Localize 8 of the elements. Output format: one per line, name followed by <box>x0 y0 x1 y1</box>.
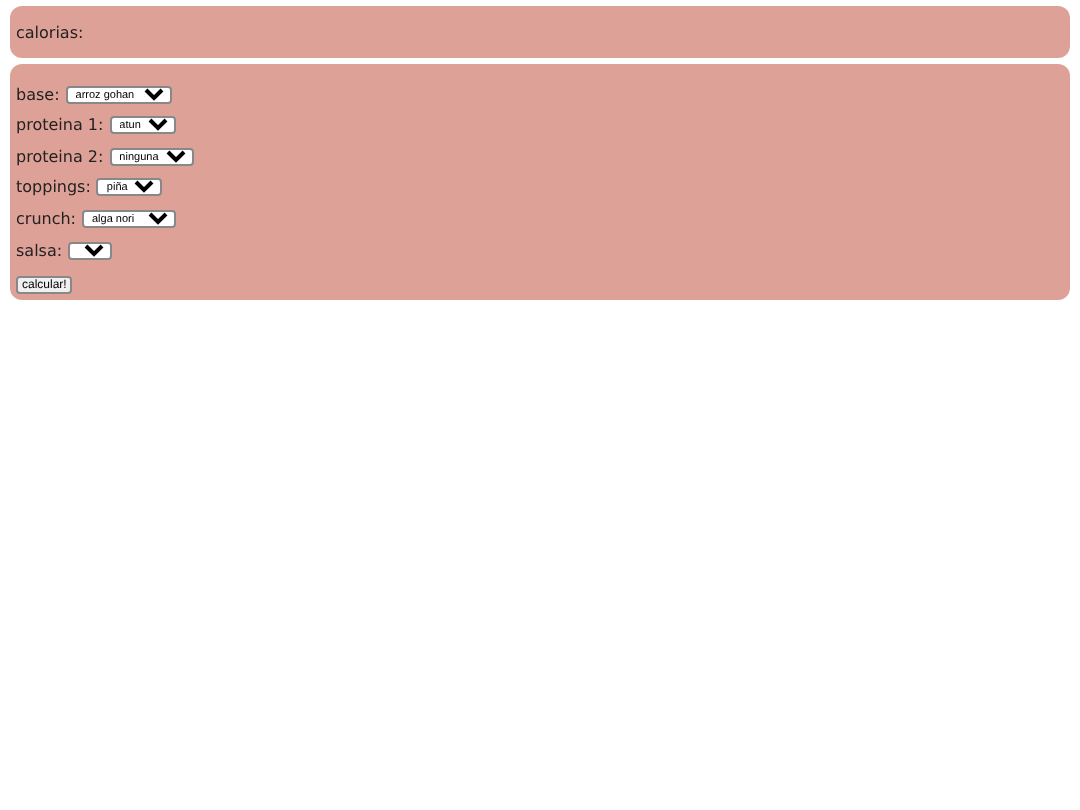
dropdown[interactable] <box>68 241 113 260</box>
field-label: proteina 2: <box>16 147 104 166</box>
field-label: base: <box>16 85 60 104</box>
field-label: toppings: <box>16 178 91 197</box>
field-label: proteina 1: <box>16 116 104 135</box>
field-label: salsa: <box>16 241 63 260</box>
field-label: crunch: <box>16 209 76 228</box>
calories-label: calorias: <box>16 24 84 42</box>
